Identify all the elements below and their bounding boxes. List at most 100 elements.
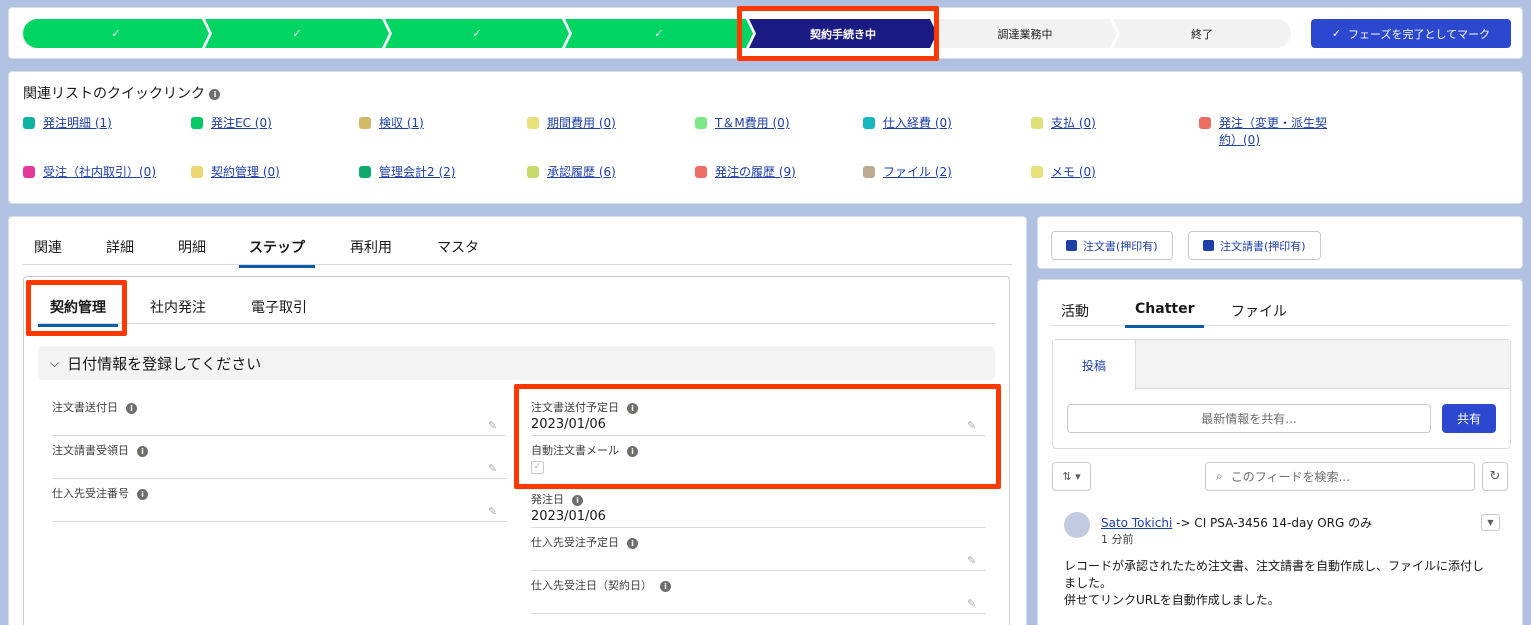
info-icon[interactable]: i	[627, 537, 638, 549]
chevron-down-icon: ⌵	[50, 355, 60, 370]
record-tabs-card: 関連 詳細 明細 ステップ 再利用 マスタ 契約管理 社内発注 電子取引 ⌵ 日…	[8, 216, 1027, 625]
quicklink-item[interactable]: 受注（社内取引）(0)	[23, 164, 156, 181]
quicklink-icon	[863, 166, 875, 178]
field-vendor-order-number[interactable]: 仕入先受注番号 i ✎	[52, 479, 506, 522]
tab-details[interactable]: 詳細	[106, 237, 134, 265]
quicklink-item[interactable]: 発注の履歴 (9)	[695, 164, 796, 181]
share-button[interactable]: 共有	[1442, 404, 1496, 433]
quicklink-item[interactable]: 管理会計2 (2)	[359, 164, 455, 181]
avatar[interactable]	[1064, 512, 1090, 538]
sort-icon[interactable]: ⇅ ▾	[1052, 462, 1091, 491]
document-icon	[1066, 240, 1077, 251]
subtab-internal-order[interactable]: 社内発注	[150, 297, 206, 317]
field-po-sent-date[interactable]: 注文書送付日 i ✎	[52, 393, 506, 436]
quicklink-icon	[191, 117, 203, 129]
quicklink-icon	[527, 166, 539, 178]
document-actions-card: 注文書(押印有) 注文請書(押印有)	[1037, 216, 1523, 269]
check-icon: ✓	[654, 27, 664, 40]
path-step-7[interactable]: 終了	[1113, 19, 1291, 48]
chevron-down-icon[interactable]: ▼	[1481, 514, 1500, 531]
pencil-icon[interactable]: ✎	[488, 505, 500, 518]
path-card: ✓ ✓ ✓ ✓ 契約手続き中 調達業務中 終了 ✓ フェーズを完了としてマーク	[8, 6, 1523, 61]
quicklink-icon	[1199, 117, 1211, 129]
post-timestamp[interactable]: 1 分前	[1101, 531, 1134, 547]
quicklink-icon	[359, 117, 371, 129]
po-stamped-button[interactable]: 注文書(押印有)	[1051, 231, 1173, 260]
highlight-box-fields	[514, 384, 1001, 489]
quicklink-item[interactable]: ファイル (2)	[863, 164, 952, 181]
pencil-icon[interactable]: ✎	[488, 462, 500, 475]
check-icon: ✓	[292, 27, 302, 40]
info-icon[interactable]: i	[126, 402, 137, 414]
quicklink-icon	[1031, 117, 1043, 129]
quicklink-item[interactable]: 支払 (0)	[1031, 115, 1096, 132]
quicklink-item[interactable]: 検収 (1)	[359, 115, 424, 132]
tab-files[interactable]: ファイル	[1231, 301, 1287, 321]
info-icon[interactable]: i	[137, 488, 148, 500]
highlight-box-path	[737, 6, 939, 61]
tab-steps[interactable]: ステップ	[239, 237, 315, 268]
pencil-icon[interactable]: ✎	[967, 597, 979, 610]
sales-path: ✓ ✓ ✓ ✓ 契約手続き中 調達業務中 終了	[23, 19, 1291, 48]
quicklink-item[interactable]: 承認履歴 (6)	[527, 164, 616, 181]
path-step-2[interactable]: ✓	[205, 19, 389, 48]
tab-master[interactable]: マスタ	[437, 237, 479, 265]
quicklink-item[interactable]: 仕入経費 (0)	[863, 115, 952, 132]
quicklink-icon	[863, 117, 875, 129]
mark-phase-complete-button[interactable]: ✓ フェーズを完了としてマーク	[1311, 19, 1511, 48]
path-step-4[interactable]: ✓	[565, 19, 753, 48]
check-icon: ✓	[472, 27, 482, 40]
post-header: Sato Tokichi -> CI PSA-3456 14-day ORG の…	[1101, 516, 1373, 530]
po-ack-stamped-button[interactable]: 注文請書(押印有)	[1188, 231, 1321, 260]
publisher: 投稿 最新情報を共有... 共有	[1052, 339, 1511, 449]
share-update-input[interactable]: 最新情報を共有...	[1067, 404, 1431, 433]
quicklink-item[interactable]: 契約管理 (0)	[191, 164, 280, 181]
search-icon: ⌕	[1216, 469, 1223, 483]
pencil-icon[interactable]: ✎	[967, 554, 979, 567]
tab-line-items[interactable]: 明細	[178, 237, 206, 265]
path-step-6[interactable]: 調達業務中	[933, 19, 1117, 48]
info-icon[interactable]: i	[660, 580, 671, 592]
quicklink-item[interactable]: 発注EC (0)	[191, 115, 272, 132]
field-order-date[interactable]: 発注日 i 2023/01/06	[531, 485, 985, 528]
quicklink-icon	[359, 166, 371, 178]
field-vendor-order-date[interactable]: 仕入先受注日（契約日） i ✎	[531, 571, 985, 614]
subtab-e-transaction[interactable]: 電子取引	[251, 297, 307, 317]
document-icon	[1203, 240, 1214, 251]
pencil-icon[interactable]: ✎	[488, 419, 500, 432]
quicklinks-title: 関連リストのクイックリンク i	[23, 83, 221, 103]
record-tabs: 関連 詳細 明細 ステップ 再利用 マスタ	[23, 233, 1012, 268]
tab-related[interactable]: 関連	[34, 237, 62, 265]
quicklink-icon	[527, 117, 539, 129]
field-po-ack-received-date[interactable]: 注文請書受領日 i ✎	[52, 436, 506, 479]
section-header[interactable]: ⌵ 日付情報を登録してください	[38, 346, 995, 380]
quicklink-item[interactable]: メモ (0)	[1031, 164, 1096, 181]
path-step-1[interactable]: ✓	[23, 19, 209, 48]
info-icon[interactable]: i	[572, 494, 583, 506]
tab-reuse[interactable]: 再利用	[350, 237, 392, 265]
quicklink-item[interactable]: 発注（変更・派生契約）(0)	[1199, 115, 1339, 149]
refresh-icon[interactable]: ↻	[1482, 462, 1508, 491]
quicklink-icon	[1031, 166, 1043, 178]
chatter-tabs: 活動 Chatter ファイル	[1052, 280, 1508, 328]
quicklink-icon	[695, 117, 707, 129]
step-subtabs: 契約管理 社内発注 電子取引	[38, 277, 995, 327]
info-icon[interactable]: i	[209, 88, 221, 100]
info-icon[interactable]: i	[137, 445, 148, 457]
post-author-link[interactable]: Sato Tokichi	[1101, 516, 1172, 530]
tab-activity[interactable]: 活動	[1061, 301, 1089, 321]
activity-chatter-card: 活動 Chatter ファイル 投稿 最新情報を共有... 共有 ⇅ ▾ ⌕ こ…	[1037, 279, 1523, 625]
quicklink-icon	[23, 117, 35, 129]
check-icon: ✓	[1331, 27, 1342, 40]
quicklink-item[interactable]: T＆M費用 (0)	[695, 115, 790, 132]
path-step-3[interactable]: ✓	[385, 19, 569, 48]
quicklink-item[interactable]: 期間費用 (0)	[527, 115, 616, 132]
feed-search-input[interactable]: ⌕ このフィードを検索...	[1205, 462, 1475, 491]
tab-chatter[interactable]: Chatter	[1125, 301, 1205, 328]
publisher-tab-post[interactable]: 投稿	[1053, 340, 1136, 390]
post-body: レコードが承認されたため注文書、注文請書を自動作成し、ファイルに添付しました。 …	[1064, 559, 1485, 607]
field-vendor-scheduled-order-date[interactable]: 仕入先受注予定日 i ✎	[531, 528, 985, 571]
check-icon: ✓	[111, 27, 121, 40]
steps-panel: 契約管理 社内発注 電子取引 ⌵ 日付情報を登録してください 注文書送付日 i ✎…	[23, 276, 1010, 625]
quicklink-item[interactable]: 発注明細 (1)	[23, 115, 112, 132]
